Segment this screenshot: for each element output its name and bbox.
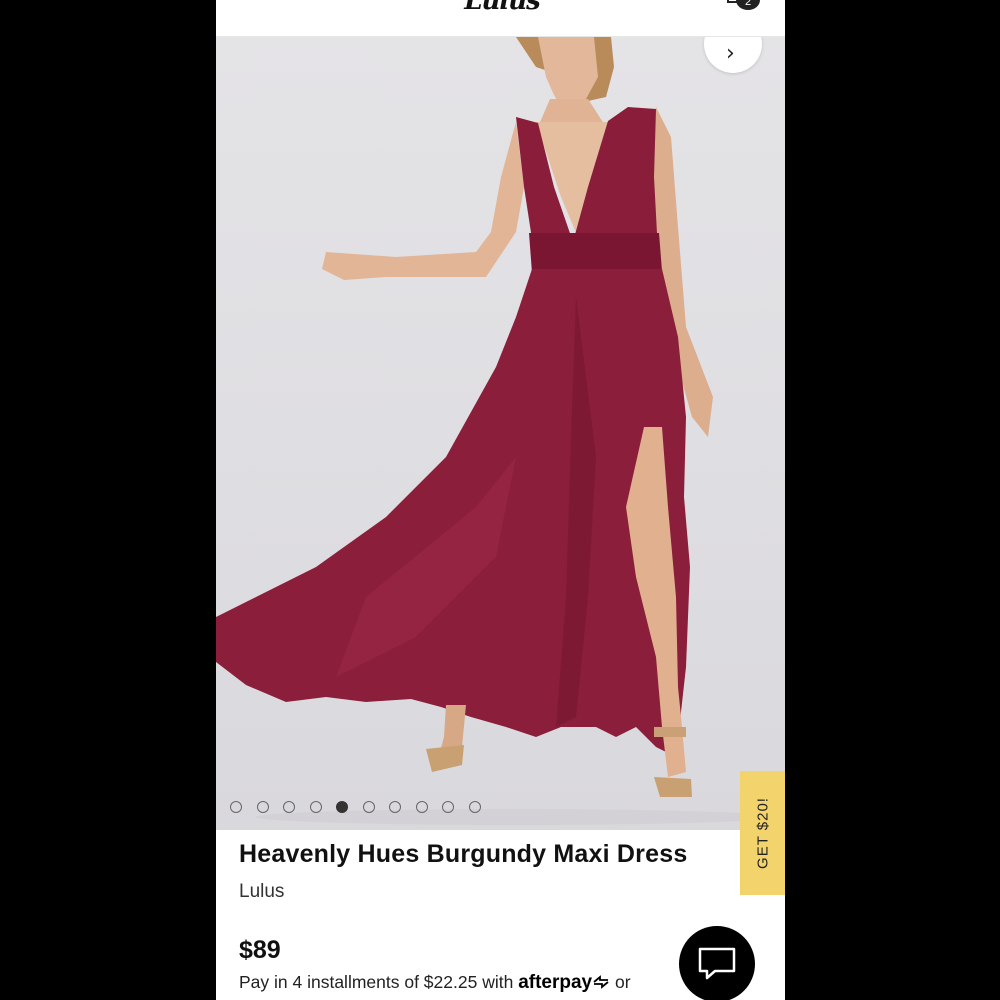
product-price: $89: [239, 936, 281, 964]
product-image-carousel[interactable]: ›: [216, 37, 785, 830]
promo-label: GET $20!: [754, 797, 771, 869]
product-photo: [216, 37, 776, 825]
afterpay-installments: Pay in 4 installments of $22.25 with aft…: [239, 972, 631, 994]
product-brand[interactable]: Lulus: [239, 881, 284, 903]
carousel-dot[interactable]: [362, 801, 375, 813]
brand-logo[interactable]: Lulus: [442, 0, 562, 16]
carousel-dot[interactable]: [230, 801, 242, 813]
carousel-dots: [230, 801, 481, 815]
carousel-dot[interactable]: [283, 801, 295, 813]
product-page: Lulus 2 › GET $20! Heavenly Hues Burgund…: [216, 0, 785, 1000]
carousel-dot[interactable]: [442, 801, 454, 813]
hamburger-menu-icon[interactable]: [246, 0, 276, 4]
chat-bubble-icon: [698, 947, 736, 980]
carousel-dot[interactable]: [309, 801, 322, 813]
afterpay-logo[interactable]: afterpay: [518, 972, 592, 993]
chat-button[interactable]: [679, 926, 755, 1000]
search-icon[interactable]: [661, 0, 691, 8]
afterpay-arrows-icon: [593, 975, 609, 989]
carousel-dot-active[interactable]: [336, 801, 348, 813]
carousel-dot[interactable]: [389, 801, 401, 813]
chevron-right-icon: ›: [726, 41, 735, 66]
get-20-promo-tab[interactable]: GET $20!: [740, 771, 785, 895]
product-title: Heavenly Hues Burgundy Maxi Dress: [239, 840, 688, 868]
carousel-dot[interactable]: [256, 801, 269, 813]
top-header: Lulus 2: [216, 0, 785, 37]
installments-or-text: or: [610, 972, 631, 992]
carousel-dot[interactable]: [415, 801, 428, 813]
carousel-dot[interactable]: [468, 801, 481, 813]
installments-text: Pay in 4 installments of $22.25 with: [239, 972, 519, 992]
